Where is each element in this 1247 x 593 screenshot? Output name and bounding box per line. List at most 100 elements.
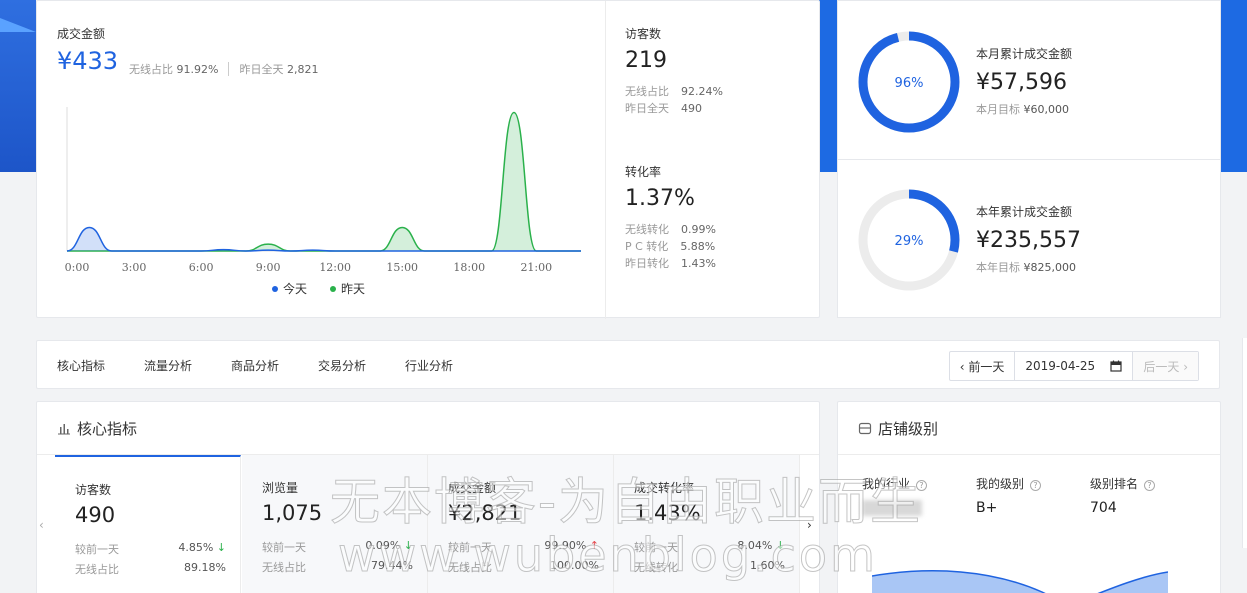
tab-product-analysis[interactable]: 商品分析	[231, 357, 279, 374]
visitors-value: 219	[625, 48, 667, 73]
tab-core-metrics[interactable]: 核心指标	[57, 357, 105, 374]
level-block: 我的级别? B+	[976, 475, 1042, 516]
watermark-url: www.wubenblog.com	[338, 528, 878, 583]
row-value: 92.24%	[681, 85, 723, 98]
sales-amount-label: 成交金额	[57, 27, 106, 41]
level-value: B+	[976, 500, 998, 516]
sales-yesterday-value: 2,821	[286, 63, 319, 76]
rank-block: 级别排名? 704	[1090, 475, 1156, 516]
series-area-昨天	[67, 112, 581, 252]
help-icon[interactable]: ?	[1144, 480, 1156, 491]
row-value: 1.43%	[681, 257, 716, 270]
sales-sub-info: 无线占比 91.92% 昨日全天 2,821	[129, 61, 318, 77]
shop-level-header: 店铺级别	[858, 418, 938, 439]
row-value: 490	[681, 102, 702, 115]
date-navigator: ‹ 前一天 2019-04-25 后一天 ›	[948, 351, 1199, 381]
change-value: 4.85%	[178, 541, 214, 554]
rank-label-text: 级别排名	[1090, 477, 1139, 491]
sales-amount-value: ¥433	[57, 47, 119, 75]
x-tick-label: 18:00	[453, 261, 485, 274]
x-tick-label: 12:00	[319, 261, 351, 274]
compare-value: 4.85% ↓	[178, 541, 226, 557]
legend-yesterday-dot	[330, 286, 336, 292]
rank-value: 704	[1090, 500, 1117, 516]
prev-day-button[interactable]: ‹ 前一天	[950, 352, 1016, 380]
series-layer	[66, 111, 581, 252]
header-banner-mid	[819, 0, 837, 172]
row-label: 昨日转化	[625, 257, 669, 270]
month-goal-text: 本月累计成交金额 ¥57,596 本月目标 ¥60,000	[976, 45, 1072, 117]
chart-legend: 今天 昨天	[272, 281, 365, 296]
month-progress-ring: 96%	[858, 31, 960, 133]
tab-trade-analysis[interactable]: 交易分析	[318, 357, 366, 374]
next-day-button[interactable]: 后一天 ›	[1133, 352, 1198, 380]
x-tick-label: 6:00	[189, 261, 214, 274]
conversion-row: 昨日转化 1.43%	[625, 255, 805, 272]
shop-level-title: 店铺级别	[878, 420, 939, 438]
year-target-label: 本年目标	[976, 261, 1020, 274]
legend-today-dot	[272, 286, 278, 292]
level-label-text: 我的级别	[976, 477, 1025, 491]
year-goal-title: 本年累计成交金额	[976, 205, 1073, 219]
analysis-tabs-bar: 核心指标 流量分析 商品分析 交易分析 行业分析 ‹ 前一天 2019-04-2…	[36, 340, 1220, 389]
tab-traffic-analysis[interactable]: 流量分析	[144, 357, 192, 374]
conversion-label: 转化率	[625, 165, 662, 179]
banner-notch	[0, 18, 36, 32]
year-goal-card: 29% 本年累计成交金额 ¥235,557 本年目标 ¥825,000	[837, 159, 1221, 318]
year-target: 本年目标 ¥825,000	[976, 259, 1081, 275]
month-target-label: 本月目标	[976, 103, 1020, 116]
month-target-value: ¥60,000	[1023, 103, 1070, 116]
compare-label: 较前一天	[75, 543, 119, 556]
legend-yesterday-label[interactable]: 昨天	[341, 282, 365, 296]
year-goal-text: 本年累计成交金额 ¥235,557 本年目标 ¥825,000	[976, 203, 1081, 275]
row-value: 5.88%	[680, 240, 716, 253]
hourly-sales-chart: 0:00 3:00 6:00 9:00 12:00 15:00 18:00 21:00 今天 …	[65, 107, 581, 296]
sub-label: 无线占比	[75, 563, 119, 576]
legend-today-label[interactable]: 今天	[283, 281, 307, 296]
conversion-value: 1.37%	[625, 186, 695, 211]
help-icon[interactable]: ?	[1030, 480, 1042, 491]
card-divider	[605, 1, 606, 319]
header-banner-left	[0, 0, 36, 172]
metric-title: 访客数	[75, 483, 112, 497]
sub-label: 无线占比	[262, 561, 306, 574]
x-tick-label: 15:00	[386, 261, 418, 274]
month-goal-card: 96% 本月累计成交金额 ¥57,596 本月目标 ¥60,000	[837, 0, 1221, 160]
row-label: 无线占比	[625, 85, 669, 98]
arrow-down-icon: ↓	[216, 541, 226, 554]
row-value: 0.99%	[681, 223, 716, 236]
header-banner-right	[1221, 0, 1247, 172]
shop-icon	[858, 422, 872, 435]
core-metrics-header: 核心指标	[57, 418, 137, 439]
metric-tile-visitors[interactable]: 访客数 490 较前一天 4.85% ↓ 无线占比 89.18%	[55, 455, 241, 593]
visitors-label: 访客数	[625, 27, 662, 41]
sales-yesterday: 昨日全天 2,821	[239, 61, 318, 77]
year-goal-value: ¥235,557	[976, 228, 1081, 253]
sales-yesterday-label: 昨日全天	[239, 63, 284, 76]
date-picker[interactable]: 2019-04-25	[1015, 352, 1134, 380]
metric-sub-row: 无线占比 89.18%	[75, 561, 226, 577]
side-panel-edge	[1242, 338, 1247, 548]
compare-label: 较前一天	[262, 541, 306, 554]
conversion-rows: 无线转化 0.99% P C 转化 5.88% 昨日转化 1.43%	[625, 221, 805, 272]
visitors-row: 无线占比 92.24%	[625, 83, 805, 100]
sales-wireless-value: 91.92%	[176, 63, 219, 76]
tab-industry-analysis[interactable]: 行业分析	[405, 357, 453, 374]
calendar-icon	[1110, 360, 1122, 372]
sub-value: 89.18%	[184, 561, 226, 574]
month-goal-title: 本月累计成交金额	[976, 47, 1073, 61]
metric-value: 490	[75, 503, 116, 527]
row-label: P C 转化	[625, 240, 669, 253]
year-progress-ring: 29%	[858, 189, 960, 291]
conversion-row: P C 转化 5.88%	[625, 238, 805, 255]
metric-compare-row: 较前一天 4.85% ↓	[75, 541, 226, 557]
visitors-block: 访客数 219 无线占比 92.24% 昨日全天 490	[625, 25, 805, 117]
x-tick-label: 3:00	[122, 261, 147, 274]
rank-label: 级别排名?	[1090, 475, 1156, 492]
chevron-left-icon[interactable]: ‹	[39, 518, 44, 532]
header-divider	[838, 454, 1220, 455]
visitors-row: 昨日全天 490	[625, 100, 805, 117]
bar-chart-icon	[58, 423, 70, 434]
conversion-row: 无线转化 0.99%	[625, 221, 805, 238]
year-target-value: ¥825,000	[1023, 261, 1077, 274]
